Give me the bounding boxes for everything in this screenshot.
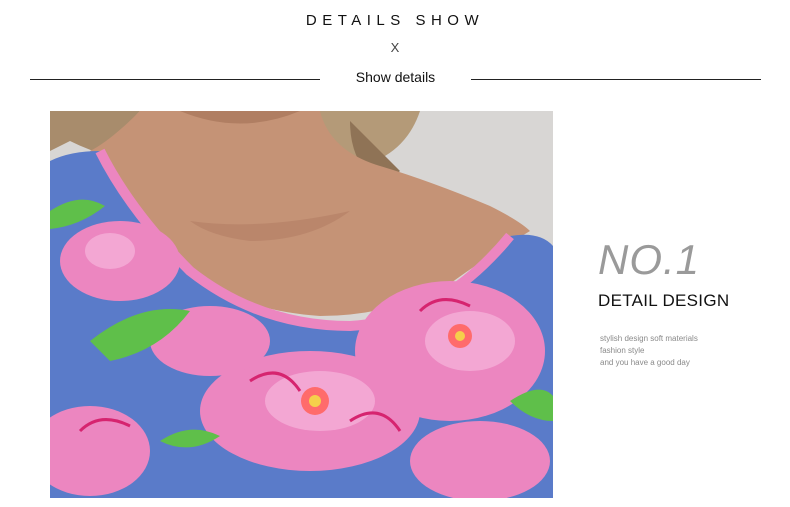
feature-description-line: stylish design soft materials: [600, 334, 698, 343]
header-x-mark: X: [390, 40, 400, 55]
feature-description: stylish design soft materials fashion st…: [600, 333, 698, 369]
feature-description-line: and you have a good day: [600, 358, 690, 367]
header-title: DETAILS SHOW: [305, 12, 485, 29]
header-subtitle: Show details: [355, 69, 436, 85]
feature-title: DETAIL DESIGN: [598, 291, 730, 310]
divider-left: [30, 79, 320, 80]
feature-number: NO.1: [598, 236, 701, 283]
feature-description-line: fashion style: [600, 346, 645, 355]
product-detail-photo: [50, 111, 553, 498]
divider-right: [471, 79, 761, 80]
